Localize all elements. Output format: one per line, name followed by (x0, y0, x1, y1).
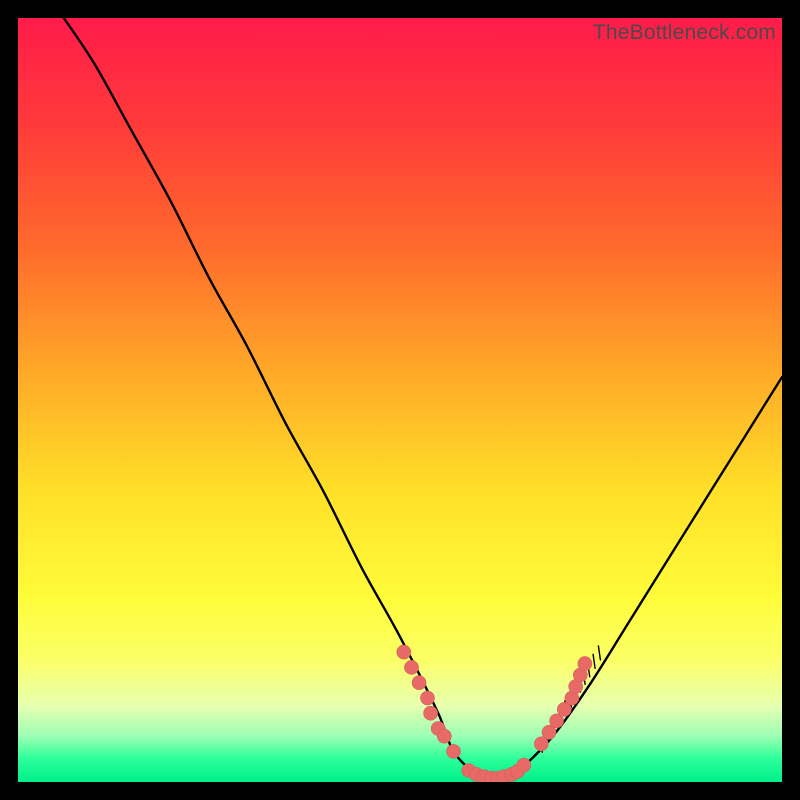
chart-stage: TheBottleneck.com (0, 0, 800, 800)
data-marker (437, 729, 451, 743)
data-marker (397, 645, 411, 659)
data-marker (421, 691, 435, 705)
tick-mark (598, 646, 600, 660)
bottleneck-curve (64, 18, 782, 782)
data-marker (405, 660, 419, 674)
data-marker (447, 744, 461, 758)
data-marker (517, 758, 531, 772)
curve-layer (18, 18, 782, 782)
curve-path (64, 18, 782, 782)
plot-area: TheBottleneck.com (18, 18, 782, 782)
tick-mark (593, 654, 595, 668)
marker-cluster (397, 645, 592, 782)
data-marker (412, 676, 426, 690)
data-marker (578, 657, 592, 671)
data-marker (424, 706, 438, 720)
